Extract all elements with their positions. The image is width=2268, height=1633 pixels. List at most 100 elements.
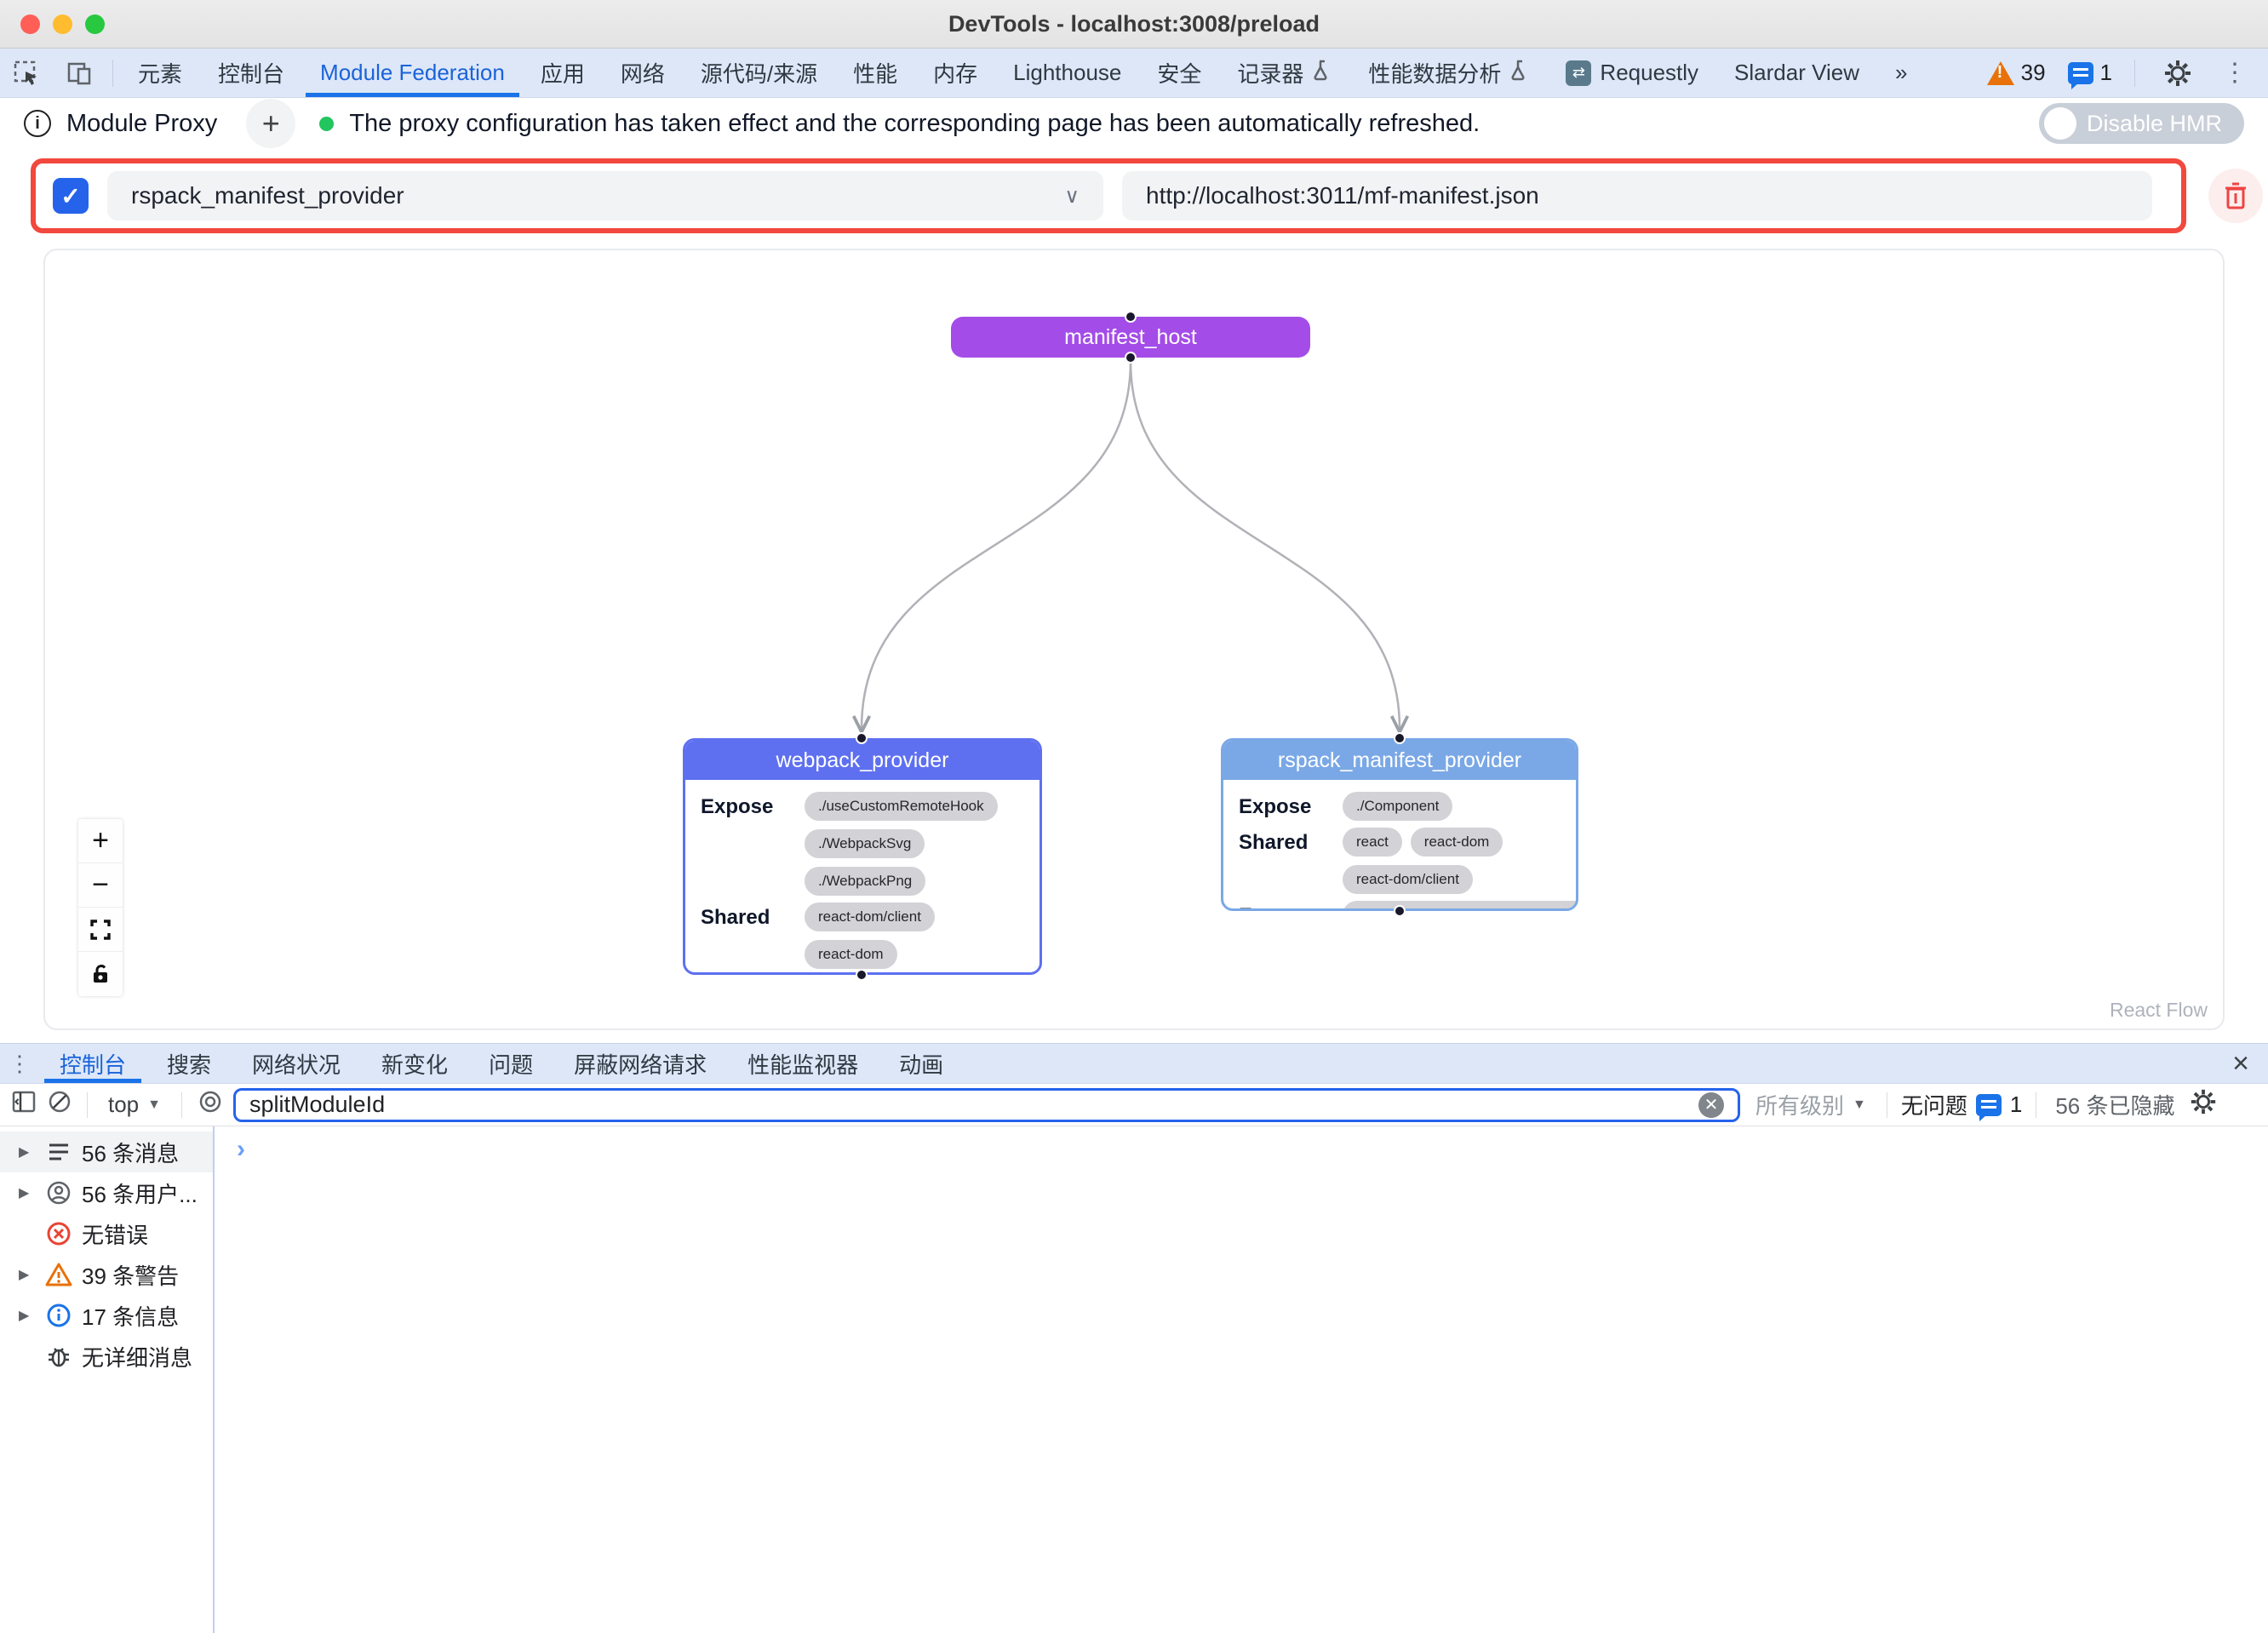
drawer-tab-animations[interactable]: 动画 [879, 1044, 964, 1083]
error-icon [44, 1221, 73, 1246]
context-selector[interactable]: top ▼ [101, 1092, 168, 1118]
inspect-element-icon[interactable] [0, 49, 53, 97]
sidebar-item-info[interactable]: ▶ 17 条信息 [0, 1295, 213, 1336]
tab-recorder[interactable]: 记录器 [1219, 49, 1350, 97]
proxy-rule-row: ✓ rspack_manifest_provider ∨ http://loca… [31, 158, 2186, 233]
message-icon [1976, 1094, 2002, 1116]
fit-view-button[interactable] [78, 908, 123, 952]
filter-value: splitModuleId [249, 1092, 1690, 1118]
shared-pill: react-dom [805, 940, 897, 969]
tab-module-federation[interactable]: Module Federation [302, 49, 523, 97]
info-icon [44, 1303, 73, 1328]
drawer-tab-performance-monitor[interactable]: 性能监视器 [727, 1044, 879, 1083]
expose-label: Expose [1239, 792, 1331, 819]
window-title: DevTools - localhost:3008/preload [948, 11, 1320, 37]
zoom-out-button[interactable]: − [78, 863, 123, 908]
sidebar-item-verbose[interactable]: 无详细消息 [0, 1336, 213, 1377]
chevron-down-icon: ∨ [1064, 184, 1080, 209]
more-tabs-button[interactable]: » [1877, 49, 1925, 97]
shared-pill: react-dom/client [1343, 865, 1473, 894]
tab-console[interactable]: 控制台 [200, 49, 302, 97]
tab-elements[interactable]: 元素 [120, 49, 200, 97]
close-window-button[interactable] [20, 14, 40, 34]
tab-application[interactable]: 应用 [523, 49, 603, 97]
message-icon [2068, 62, 2093, 84]
module-proxy-title: Module Proxy [66, 110, 217, 138]
console-output[interactable]: › [215, 1126, 2268, 1633]
device-toolbar-icon[interactable] [53, 49, 106, 97]
tab-performance[interactable]: 性能 [835, 49, 915, 97]
node-webpack-provider[interactable]: webpack_provider Expose ./useCustomRemot… [683, 738, 1042, 975]
tab-network[interactable]: 网络 [603, 49, 683, 97]
handle-bottom[interactable] [1394, 905, 1406, 917]
handle-top[interactable] [1394, 732, 1406, 744]
handle-top[interactable] [856, 732, 868, 744]
node-rspack-manifest-provider[interactable]: rspack_manifest_provider Expose ./Compon… [1221, 738, 1578, 911]
toolbar-divider [112, 60, 113, 87]
shared-pill: react-dom [1411, 828, 1503, 857]
devtools-tabbar-right: 39 1 ⋮ [1980, 49, 2268, 97]
module-graph-canvas[interactable]: manifest_host webpack_provider Expose ./… [43, 249, 2225, 1030]
warning-icon [1987, 61, 2014, 85]
rule-enabled-checkbox[interactable]: ✓ [53, 178, 89, 214]
drawer-tab-issues[interactable]: 问题 [468, 1044, 553, 1083]
sidebar-item-errors[interactable]: 无错误 [0, 1213, 213, 1254]
handle-top[interactable] [1125, 311, 1137, 323]
tab-slardar-view[interactable]: Slardar View [1716, 49, 1877, 97]
bug-icon [44, 1344, 73, 1369]
devtools-tabbar: 元素 控制台 Module Federation 应用 网络 源代码/来源 性能… [0, 49, 2268, 98]
zoom-in-button[interactable]: + [78, 819, 123, 863]
drawer-kebab-menu-icon[interactable]: ⋮ [0, 1044, 39, 1083]
drawer-tab-network-blocking[interactable]: 屏蔽网络请求 [553, 1044, 727, 1083]
add-proxy-rule-button[interactable]: + [246, 99, 295, 148]
console-toolbar: top ▼ splitModuleId ✕ 所有级别 ▼ 无问题 1 56 条已… [0, 1084, 2268, 1126]
react-flow-attribution[interactable]: React Flow [2110, 999, 2208, 1022]
sidebar-item-all-messages[interactable]: ▶ 56 条消息 [0, 1132, 213, 1172]
tab-security[interactable]: 安全 [1139, 49, 1219, 97]
shared-label: Shared [1239, 828, 1331, 855]
console-filter-input[interactable]: splitModuleId ✕ [233, 1088, 1740, 1122]
issues-status[interactable]: 无问题 1 [1901, 1089, 2022, 1120]
expand-arrow-icon[interactable]: ▶ [19, 1307, 36, 1324]
traffic-lights [20, 0, 105, 49]
drawer-tab-search[interactable]: 搜索 [146, 1044, 232, 1083]
console-body: ▶ 56 条消息 ▶ 56 条用户... [0, 1126, 2268, 1633]
hidden-messages-count: 56 条已隐藏 [2050, 1089, 2179, 1120]
expand-arrow-icon[interactable]: ▶ [19, 1143, 36, 1160]
messages-badge[interactable]: 1 [2061, 60, 2119, 86]
lock-button[interactable] [78, 952, 123, 996]
console-settings-gear-icon[interactable] [2189, 1087, 2218, 1122]
tab-requestly[interactable]: ⇄ Requestly [1548, 49, 1716, 97]
tab-memory[interactable]: 内存 [915, 49, 995, 97]
tab-sources[interactable]: 源代码/来源 [683, 49, 835, 97]
provider-select[interactable]: rspack_manifest_provider ∨ [107, 171, 1103, 221]
manifest-url-input[interactable]: http://localhost:3011/mf-manifest.json [1122, 171, 2152, 221]
tab-performance-insights[interactable]: 性能数据分析 [1350, 49, 1548, 97]
sidebar-item-warnings[interactable]: ▶ 39 条警告 [0, 1254, 213, 1295]
drawer-tab-network-conditions[interactable]: 网络状况 [232, 1044, 361, 1083]
console-sidebar-toggle-icon[interactable] [10, 1088, 37, 1121]
warnings-badge[interactable]: 39 [1980, 60, 2053, 86]
tab-lighthouse[interactable]: Lighthouse [995, 49, 1139, 97]
clear-filter-icon[interactable]: ✕ [1698, 1092, 1724, 1118]
drawer-tab-changes[interactable]: 新变化 [361, 1044, 468, 1083]
expand-arrow-icon[interactable]: ▶ [19, 1266, 36, 1283]
disable-hmr-toggle[interactable]: Disable HMR [2039, 103, 2244, 144]
sidebar-item-user-messages[interactable]: ▶ 56 条用户... [0, 1172, 213, 1213]
close-drawer-button[interactable]: × [2214, 1044, 2268, 1083]
zoom-window-button[interactable] [85, 14, 105, 34]
drawer-tab-console[interactable]: 控制台 [39, 1044, 146, 1083]
log-levels-dropdown[interactable]: 所有级别 ▼ [1749, 1089, 1873, 1120]
live-expression-eye-icon[interactable] [196, 1088, 225, 1121]
handle-bottom[interactable] [1125, 352, 1137, 364]
delete-rule-button[interactable] [2208, 169, 2263, 223]
edge-host-to-rspack [1131, 361, 1400, 729]
minimize-window-button[interactable] [53, 14, 72, 34]
toolbar-divider [181, 1092, 182, 1118]
expand-arrow-icon[interactable]: ▶ [19, 1184, 36, 1201]
warning-icon [44, 1262, 73, 1287]
clear-console-icon[interactable] [46, 1088, 73, 1121]
handle-bottom[interactable] [856, 969, 868, 981]
kebab-menu-icon[interactable]: ⋮ [2214, 58, 2256, 88]
settings-gear-icon[interactable] [2151, 58, 2205, 89]
